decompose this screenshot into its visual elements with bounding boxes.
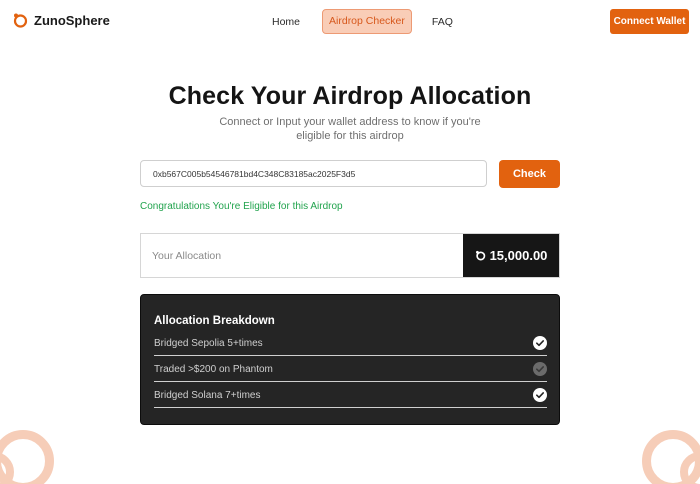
allocation-value: 15,000.00 bbox=[463, 234, 559, 277]
breakdown-title: Allocation Breakdown bbox=[154, 315, 275, 327]
allocation-label: Your Allocation bbox=[152, 250, 222, 262]
check-circle-icon bbox=[533, 362, 547, 376]
nav-home[interactable]: Home bbox=[272, 16, 300, 28]
breakdown-item: Bridged Sepolia 5+times bbox=[154, 335, 547, 356]
page-subtitle: Connect or Input your wallet address to … bbox=[219, 116, 481, 142]
check-button[interactable]: Check bbox=[499, 160, 560, 188]
check-circle-icon bbox=[533, 336, 547, 350]
breakdown-item-label: Bridged Sepolia 5+times bbox=[154, 338, 263, 349]
check-circle-icon bbox=[533, 388, 547, 402]
allocation-box: Your Allocation 15,000.00 bbox=[140, 233, 560, 278]
nav-airdrop-checker[interactable]: Airdrop Checker bbox=[322, 9, 412, 34]
allocation-amount: 15,000.00 bbox=[489, 248, 548, 263]
token-icon bbox=[475, 250, 485, 261]
breakdown-item: Traded >$200 on Phantom bbox=[154, 361, 547, 382]
breakdown-item-label: Bridged Solana 7+times bbox=[154, 390, 261, 401]
main-nav: Home Airdrop Checker FAQ bbox=[258, 9, 453, 34]
breakdown-item: Bridged Solana 7+times bbox=[154, 387, 547, 408]
wallet-address-input[interactable] bbox=[140, 160, 487, 187]
breakdown-item-label: Traded >$200 on Phantom bbox=[154, 364, 273, 375]
allocation-breakdown-panel: Allocation Breakdown Bridged Sepolia 5+t… bbox=[140, 294, 560, 425]
page-title: Check Your Airdrop Allocation bbox=[168, 82, 532, 110]
nav-faq[interactable]: FAQ bbox=[432, 16, 453, 28]
logo-icon bbox=[13, 13, 28, 28]
brand-name: ZunoSphere bbox=[34, 12, 110, 28]
brand-logo[interactable]: ZunoSphere bbox=[12, 12, 110, 28]
eligibility-message: Congratulations You're Eligible for this… bbox=[140, 201, 343, 212]
connect-wallet-button[interactable]: Connect Wallet bbox=[610, 9, 689, 34]
